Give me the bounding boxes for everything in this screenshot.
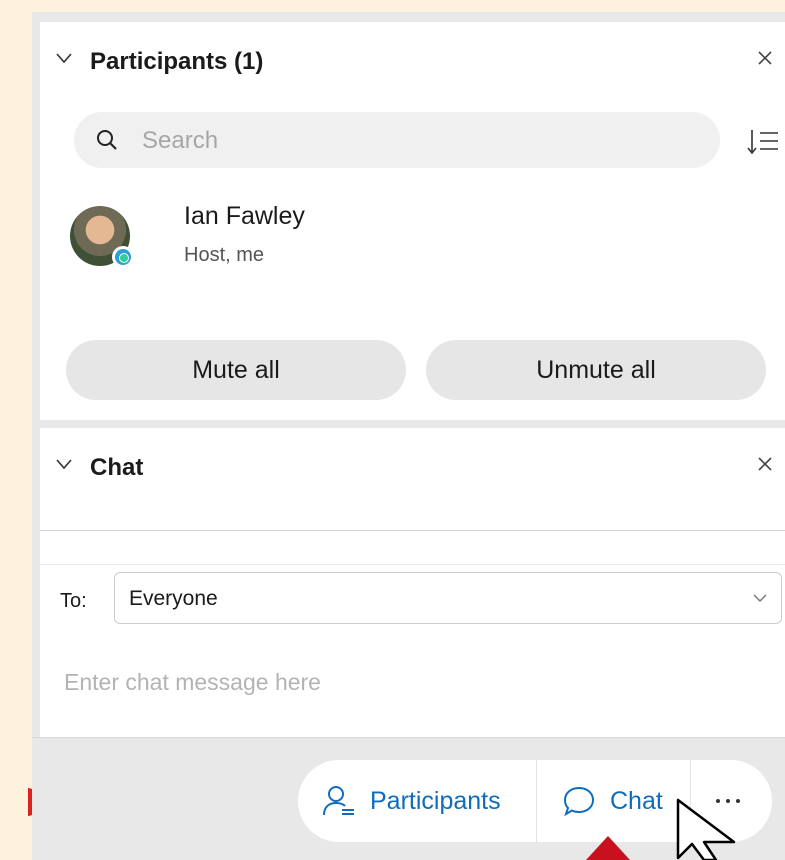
chat-section: Chat To: Everyone — [40, 428, 785, 738]
participants-button-label: Participants — [370, 786, 501, 815]
chat-divider — [40, 564, 785, 565]
toolbar-separator — [536, 760, 537, 842]
chat-bubble-icon — [563, 786, 595, 817]
mouse-pointer-icon — [676, 798, 736, 860]
chat-button[interactable]: Chat — [562, 760, 663, 842]
recipient-value: Everyone — [129, 587, 218, 610]
toolbar-divider — [32, 737, 785, 738]
chevron-down-icon[interactable] — [56, 52, 72, 64]
chat-divider — [40, 530, 785, 531]
close-icon[interactable] — [757, 50, 773, 66]
to-label: To: — [60, 590, 87, 612]
chat-message-input[interactable] — [64, 652, 754, 712]
chat-header[interactable]: Chat — [40, 428, 785, 504]
chat-title: Chat — [90, 454, 144, 481]
sort-icon[interactable] — [746, 128, 780, 156]
participant-role: Host, me — [184, 244, 265, 266]
chevron-down-icon[interactable] — [56, 458, 72, 470]
participants-button[interactable]: Participants — [322, 760, 501, 842]
recipient-row: To: Everyone — [40, 568, 785, 632]
participants-header[interactable]: Participants (1) — [40, 22, 785, 98]
search-icon — [97, 130, 117, 150]
close-icon[interactable] — [757, 456, 773, 472]
search-input[interactable] — [140, 112, 704, 170]
participant-search[interactable] — [74, 112, 720, 170]
chevron-down-icon — [753, 594, 767, 602]
participants-icon — [323, 786, 354, 816]
participant-name: Ian Fawley — [184, 202, 305, 230]
recipient-select[interactable]: Everyone — [114, 572, 782, 624]
participants-title: Participants (1) — [90, 48, 264, 75]
mute-all-button[interactable]: Mute all — [66, 340, 406, 400]
unmute-all-button[interactable]: Unmute all — [426, 340, 766, 400]
participants-section: Participants (1) Ian Fawley — [40, 22, 785, 420]
participant-row[interactable]: Ian Fawley Host, me — [64, 192, 744, 272]
chat-button-label: Chat — [610, 786, 663, 815]
avatar — [70, 206, 134, 268]
side-panel: Participants (1) Ian Fawley — [32, 12, 785, 860]
presence-icon — [112, 246, 134, 268]
red-arrow-indicator — [586, 836, 630, 860]
